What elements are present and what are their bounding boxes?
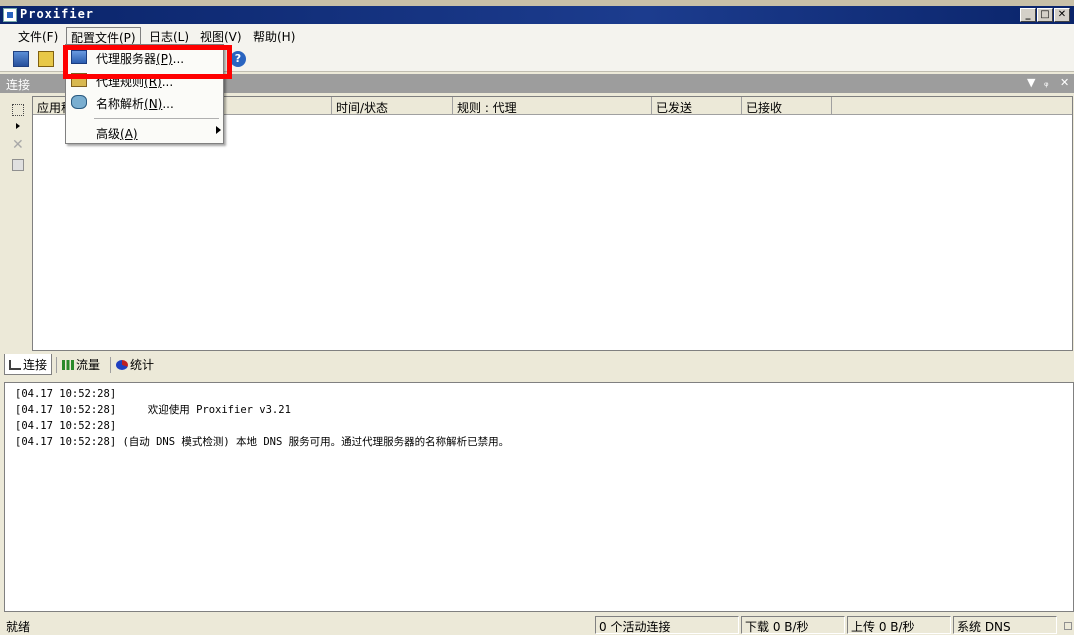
dns-icon <box>71 95 87 109</box>
status-dns-mode: 系统 DNS <box>953 616 1057 634</box>
menu-bar: 文件(F) 配置文件(P) 日志(L) 视图(V) 帮助(H) <box>0 24 1074 46</box>
tab-statistics[interactable]: 统计 <box>112 354 158 375</box>
window-title: Proxifier <box>20 7 95 21</box>
menu-item-label: 高级 <box>96 127 121 141</box>
menu-item-accel: (N) <box>144 97 163 111</box>
panel-close-icon[interactable]: ✕ <box>1060 76 1069 89</box>
menu-log[interactable]: 日志(L) <box>145 27 193 44</box>
menu-file[interactable]: 文件(F) <box>14 27 62 44</box>
help-icon[interactable]: ? <box>230 51 246 67</box>
log-line: [04.17 10:52:28] (自动 DNS 模式检测) 本地 DNS 服务… <box>15 436 510 448</box>
traffic-tab-icon <box>62 360 74 370</box>
title-bar[interactable]: Proxifier _ □ ✕ <box>0 6 1074 24</box>
window-controls: _ □ ✕ <box>1020 8 1070 22</box>
close-connection-icon[interactable]: ✕ <box>12 138 24 152</box>
status-upload-rate: 上传 0 B/秒 <box>847 616 951 634</box>
tab-divider <box>110 357 111 373</box>
minimize-button[interactable]: _ <box>1020 8 1036 22</box>
statistics-tab-icon <box>116 360 128 370</box>
connections-side-toolbar: ✕ <box>4 95 31 351</box>
bottom-tabs: 连接 流量 统计 <box>4 353 1074 377</box>
menu-item-name-resolution[interactable]: 名称解析(N)... <box>66 92 223 113</box>
tab-connections[interactable]: 连接 <box>4 354 53 375</box>
log-line: [04.17 10:52:28] <box>15 388 117 400</box>
menu-item-accel: (A) <box>120 127 138 141</box>
menu-item-label: 名称解析 <box>96 97 145 111</box>
column-time-status[interactable]: 时间/状态 <box>332 97 453 115</box>
status-ready: 就绪 <box>6 620 31 634</box>
log-output[interactable]: [04.17 10:52:28] [04.17 10:52:28] 欢迎使用 P… <box>4 382 1074 612</box>
log-line: [04.17 10:52:28] 欢迎使用 Proxifier v3.21 <box>15 404 291 416</box>
highlight-box <box>63 45 232 79</box>
status-download-rate: 下载 0 B/秒 <box>741 616 845 634</box>
menu-view[interactable]: 视图(V) <box>196 27 246 44</box>
column-sent[interactable]: 已发送 <box>652 97 742 115</box>
maximize-button[interactable]: □ <box>1037 8 1053 22</box>
tab-traffic[interactable]: 流量 <box>58 354 104 375</box>
connections-tab-icon <box>9 360 21 370</box>
menu-profile[interactable]: 配置文件(P) <box>66 27 141 45</box>
list-view-icon[interactable] <box>12 104 24 116</box>
profile-toolbar-icon[interactable] <box>38 51 54 67</box>
resize-grip[interactable] <box>1064 622 1072 630</box>
status-active-connections: 0 个活动连接 <box>595 616 739 634</box>
proxifier-app-icon <box>3 8 17 22</box>
submenu-arrow-icon <box>216 126 221 134</box>
log-line: [04.17 10:52:28] <box>15 420 117 432</box>
menu-item-ellipsis: ... <box>162 97 174 111</box>
pin-icon[interactable]: ᵩ <box>1044 76 1049 89</box>
connections-toolbar-icon[interactable] <box>13 51 29 67</box>
status-bar: 就绪 0 个活动连接 下载 0 B/秒 上传 0 B/秒 系统 DNS <box>0 615 1074 635</box>
column-rule-proxy[interactable]: 规则 : 代理 <box>453 97 652 115</box>
window-icon[interactable] <box>12 159 24 171</box>
menu-help[interactable]: 帮助(H) <box>249 27 299 44</box>
menu-separator <box>94 118 219 119</box>
expand-arrow-icon[interactable] <box>16 123 20 129</box>
column-received[interactable]: 已接收 <box>742 97 832 115</box>
panel-dropdown-icon[interactable]: ▼ <box>1027 76 1035 89</box>
close-button[interactable]: ✕ <box>1054 8 1070 22</box>
panel-title: 连接 <box>6 78 31 92</box>
tab-divider <box>56 357 57 373</box>
menu-item-advanced[interactable]: 高级(A) <box>66 122 223 143</box>
